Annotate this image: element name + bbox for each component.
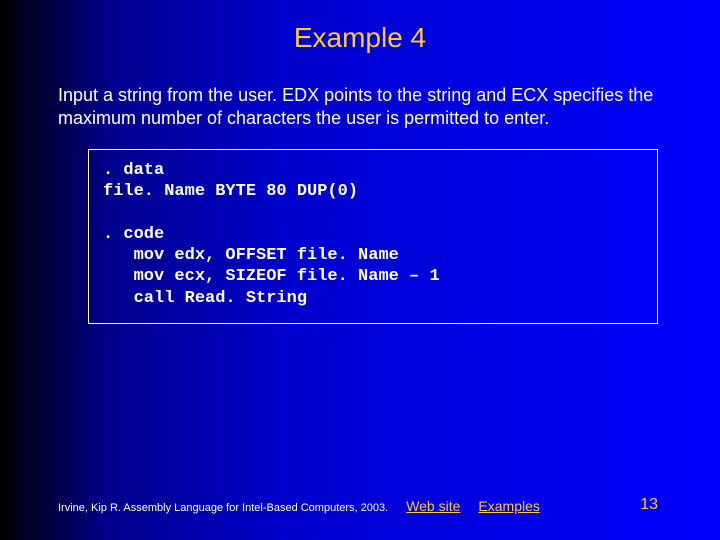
link-examples[interactable]: Examples	[478, 498, 539, 514]
code-code-section: . code mov edx, OFFSET file. Name mov ec…	[103, 225, 440, 308]
footer-citation: Irvine, Kip R. Assembly Language for Int…	[58, 502, 388, 514]
code-box: . data file. Name BYTE 80 DUP(0) . code …	[88, 149, 658, 324]
code-data-section: . data file. Name BYTE 80 DUP(0)	[103, 161, 358, 201]
footer: Irvine, Kip R. Assembly Language for Int…	[58, 498, 680, 514]
slide-title: Example 4	[0, 0, 720, 54]
slide: Example 4 Input a string from the user. …	[0, 0, 720, 540]
link-web-site[interactable]: Web site	[406, 498, 460, 514]
page-number: 13	[640, 496, 658, 514]
body-text: Input a string from the user. EDX points…	[58, 84, 660, 129]
